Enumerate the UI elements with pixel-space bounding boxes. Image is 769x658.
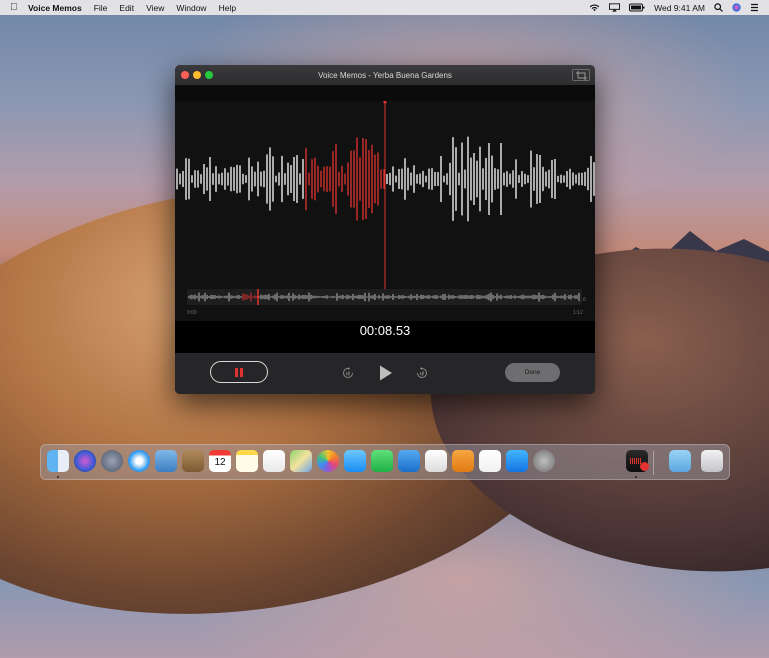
voice-memos-wave-icon [630, 458, 642, 464]
waveform-area[interactable]: 0:010:020:030:040:050:060:070:080:090:10… [175, 100, 595, 321]
playhead-handle[interactable] [383, 100, 387, 104]
menu-view[interactable]: View [146, 3, 164, 13]
numbers-icon[interactable] [425, 450, 447, 472]
trim-button[interactable] [572, 69, 590, 81]
dock: 12 [40, 444, 730, 480]
pause-recording-button[interactable] [210, 361, 268, 383]
spotlight-icon[interactable] [714, 3, 723, 12]
mail-icon[interactable] [155, 450, 177, 472]
play-icon[interactable] [379, 365, 393, 381]
window-titlebar[interactable]: Voice Memos - Yerba Buena Gardens [175, 65, 595, 85]
menu-bar:  Voice Memos File Edit View Window Help… [0, 0, 769, 15]
menu-edit[interactable]: Edit [119, 3, 134, 13]
window-title: Voice Memos - Yerba Buena Gardens [318, 70, 452, 80]
calendar-day: 12 [214, 457, 226, 468]
skip-forward-15-icon[interactable] [416, 367, 428, 379]
battery-icon[interactable] [629, 3, 645, 12]
photos-icon[interactable] [317, 450, 339, 472]
music-icon[interactable] [479, 450, 501, 472]
launchpad-icon[interactable] [101, 450, 123, 472]
overview-waveform [188, 289, 580, 305]
voice-memos-icon[interactable] [626, 450, 649, 472]
trash-icon[interactable] [701, 450, 723, 472]
contacts-icon[interactable] [182, 450, 204, 472]
finder-icon[interactable] [47, 450, 69, 472]
siri-menu-icon[interactable] [732, 3, 741, 12]
messages-icon[interactable] [344, 450, 366, 472]
running-indicator [635, 476, 637, 478]
apple-menu-icon[interactable]:  [10, 2, 20, 13]
running-indicator [57, 476, 59, 478]
dock-divider [653, 451, 654, 475]
airplay-icon[interactable] [609, 3, 621, 12]
voice-memos-window: Voice Memos - Yerba Buena Gardens 0:010:… [175, 65, 595, 394]
menu-file[interactable]: File [94, 3, 108, 13]
waveform[interactable] [175, 100, 595, 291]
notes-icon[interactable] [236, 450, 258, 472]
maps-icon[interactable] [290, 450, 312, 472]
overview-scrubber[interactable] [187, 289, 582, 305]
menu-clock[interactable]: Wed 9:41 AM [654, 3, 705, 13]
app-menu[interactable]: Voice Memos [28, 3, 82, 13]
keynote-icon[interactable] [398, 450, 420, 472]
transport-controls: Done [175, 353, 595, 394]
overview-end-time: 1:12 [573, 310, 583, 316]
menu-window[interactable]: Window [176, 3, 206, 13]
skip-back-15-icon[interactable] [342, 367, 354, 379]
wifi-icon[interactable] [589, 3, 600, 12]
app-store-icon[interactable] [506, 450, 528, 472]
zoom-window-button[interactable] [205, 71, 213, 79]
done-button[interactable]: Done [505, 363, 560, 382]
overview-start-time: 0:00 [187, 310, 197, 316]
system-preferences-icon[interactable] [533, 450, 555, 472]
trim-icon [576, 71, 587, 80]
elapsed-time: 00:08.53 [359, 323, 411, 338]
pause-icon-right [240, 368, 243, 377]
minimize-window-button[interactable] [193, 71, 201, 79]
calendar-icon[interactable]: 12 [209, 450, 231, 472]
close-window-button[interactable] [181, 71, 189, 79]
menu-help[interactable]: Help [219, 3, 236, 13]
downloads-icon[interactable] [669, 450, 691, 472]
reminders-icon[interactable] [263, 450, 285, 472]
notification-center-icon[interactable] [750, 3, 759, 12]
pause-icon-left [235, 368, 238, 377]
siri-icon[interactable] [74, 450, 96, 472]
pages-icon[interactable] [452, 450, 474, 472]
safari-icon[interactable] [128, 450, 150, 472]
waveform-header [175, 85, 595, 101]
facetime-icon[interactable] [371, 450, 393, 472]
